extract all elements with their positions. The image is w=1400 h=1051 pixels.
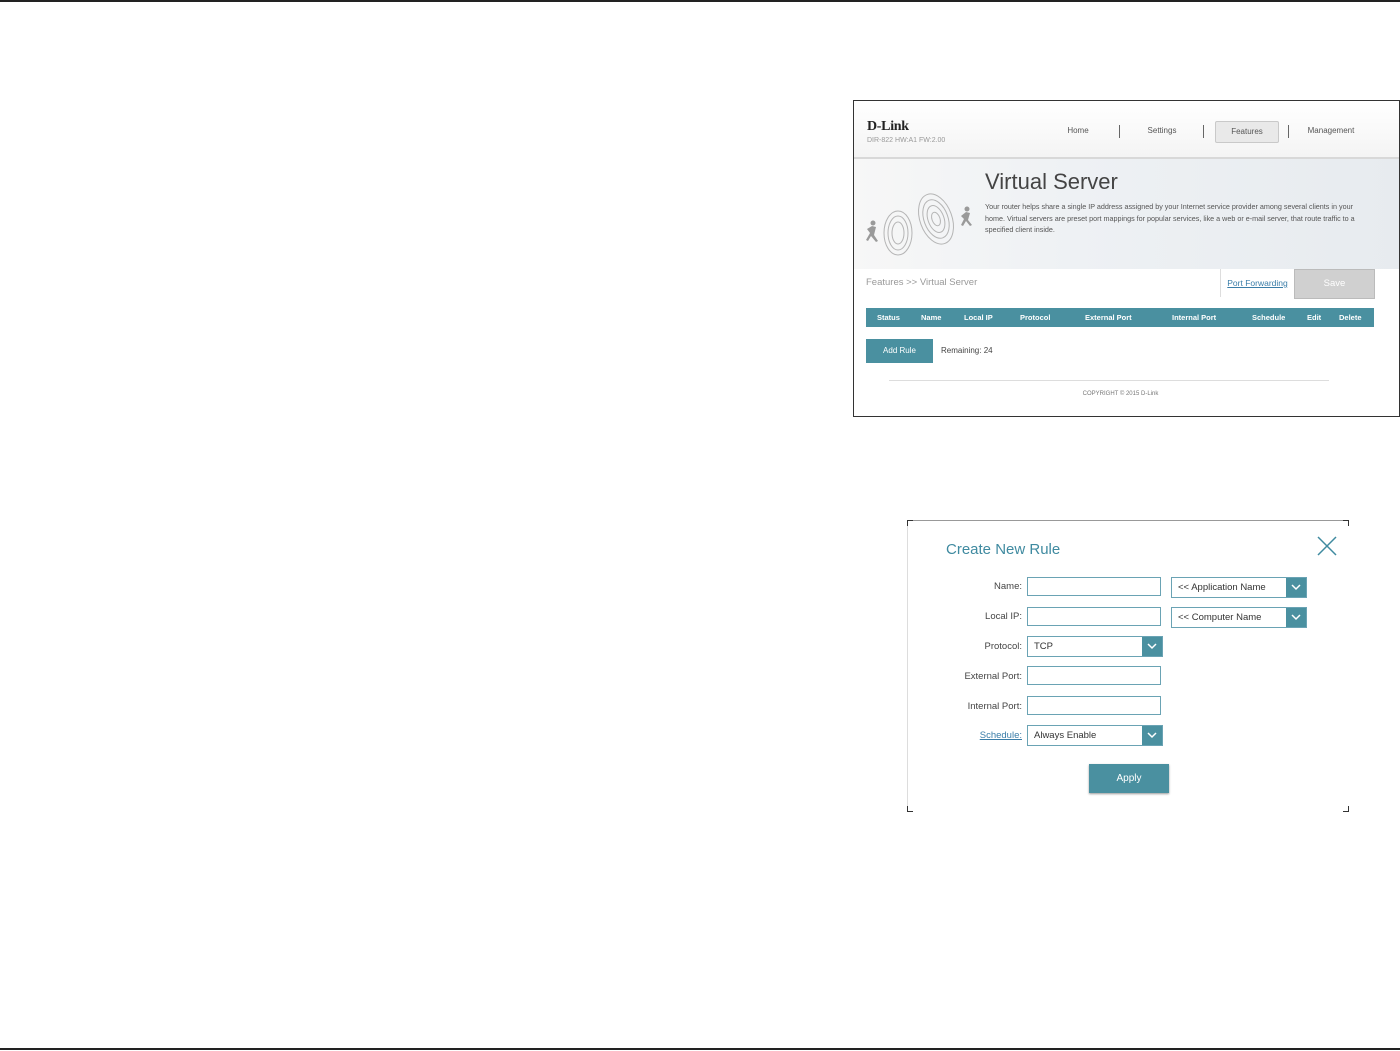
copyright: COPYRIGHT © 2015 D-Link bbox=[1082, 391, 1159, 397]
virtual-server-illustration-icon bbox=[866, 193, 972, 256]
nav-separator bbox=[1203, 125, 1204, 138]
nav-settings[interactable]: Settings bbox=[1138, 121, 1186, 141]
col-schedule: Schedule bbox=[1252, 313, 1286, 322]
col-protocol: Protocol bbox=[1020, 313, 1051, 322]
apply-button[interactable]: Apply bbox=[1089, 764, 1169, 793]
nav-separator bbox=[1288, 125, 1289, 138]
port-forwarding-link[interactable]: Port Forwarding bbox=[1220, 269, 1294, 297]
schedule-label: Schedule: bbox=[907, 730, 1022, 741]
page-banner: Virtual Server Your router helps share a… bbox=[854, 159, 1399, 270]
chevron-down-icon bbox=[1286, 578, 1306, 597]
col-external-port: External Port bbox=[1085, 313, 1132, 322]
nav-separator bbox=[1119, 125, 1120, 138]
nav-management[interactable]: Management bbox=[1302, 121, 1360, 141]
page-bottom-rule bbox=[0, 1048, 1400, 1050]
page-title: Virtual Server bbox=[985, 169, 1118, 194]
dialog-top-border bbox=[913, 520, 1343, 521]
internal-port-input[interactable] bbox=[1027, 696, 1161, 715]
name-label: Name: bbox=[994, 581, 1022, 592]
breadcrumb: Features >> Virtual Server bbox=[866, 277, 978, 288]
col-local-ip: Local IP bbox=[964, 313, 993, 322]
page-top-rule bbox=[0, 0, 1400, 2]
chevron-down-icon bbox=[1286, 608, 1306, 627]
col-name: Name bbox=[921, 313, 942, 322]
local-ip-label: Local IP: bbox=[985, 611, 1022, 622]
schedule-link[interactable]: Schedule: bbox=[980, 730, 1022, 741]
remaining-count: Remaining: 24 bbox=[941, 346, 993, 355]
corner-mark bbox=[1343, 520, 1349, 526]
schedule-select[interactable]: Always Enable bbox=[1027, 725, 1163, 746]
computer-name-select[interactable]: << Computer Name bbox=[1171, 607, 1307, 628]
close-icon[interactable] bbox=[1316, 535, 1338, 557]
external-port-label: External Port: bbox=[964, 671, 1022, 682]
protocol-label: Protocol: bbox=[984, 641, 1023, 652]
local-ip-input[interactable] bbox=[1027, 607, 1161, 626]
add-rule-button[interactable]: Add Rule bbox=[866, 339, 933, 363]
footer-divider bbox=[889, 380, 1329, 381]
application-name-value: << Application Name bbox=[1178, 582, 1266, 593]
col-status: Status bbox=[877, 313, 900, 322]
application-name-select[interactable]: << Application Name bbox=[1171, 577, 1307, 598]
save-button[interactable]: Save bbox=[1294, 269, 1375, 299]
internal-port-label: Internal Port: bbox=[967, 701, 1022, 712]
create-rule-dialog: Create New Rule Name: << Application Nam… bbox=[907, 520, 1349, 812]
chevron-down-icon bbox=[1142, 637, 1162, 656]
dlink-logo: D-Link bbox=[867, 119, 909, 134]
breadcrumb-bar: Features >> Virtual Server Port Forwardi… bbox=[854, 269, 1399, 299]
dialog-left-border bbox=[907, 526, 908, 806]
protocol-select[interactable]: TCP bbox=[1027, 636, 1163, 657]
chevron-down-icon bbox=[1142, 726, 1162, 745]
corner-mark bbox=[1343, 806, 1349, 812]
col-delete: Delete bbox=[1339, 313, 1362, 322]
schedule-value: Always Enable bbox=[1034, 730, 1097, 741]
protocol-value: TCP bbox=[1034, 641, 1053, 652]
rules-table-header: Status Name Local IP Protocol External P… bbox=[866, 308, 1374, 327]
name-input[interactable] bbox=[1027, 577, 1161, 596]
router-header: D-Link DIR-822 HW:A1 FW:2.00 Home Settin… bbox=[854, 101, 1399, 159]
nav-home[interactable]: Home bbox=[1054, 121, 1102, 141]
col-edit: Edit bbox=[1307, 313, 1322, 322]
nav-features[interactable]: Features bbox=[1215, 121, 1279, 143]
page-description: Your router helps share a single IP addr… bbox=[985, 202, 1355, 234]
col-internal-port: Internal Port bbox=[1172, 313, 1217, 322]
corner-mark bbox=[907, 806, 913, 812]
virtual-server-screenshot: D-Link DIR-822 HW:A1 FW:2.00 Home Settin… bbox=[853, 100, 1400, 417]
dialog-title: Create New Rule bbox=[946, 541, 1061, 558]
external-port-input[interactable] bbox=[1027, 666, 1161, 685]
firmware-model: DIR-822 HW:A1 FW:2.00 bbox=[867, 137, 946, 144]
computer-name-value: << Computer Name bbox=[1178, 612, 1262, 623]
